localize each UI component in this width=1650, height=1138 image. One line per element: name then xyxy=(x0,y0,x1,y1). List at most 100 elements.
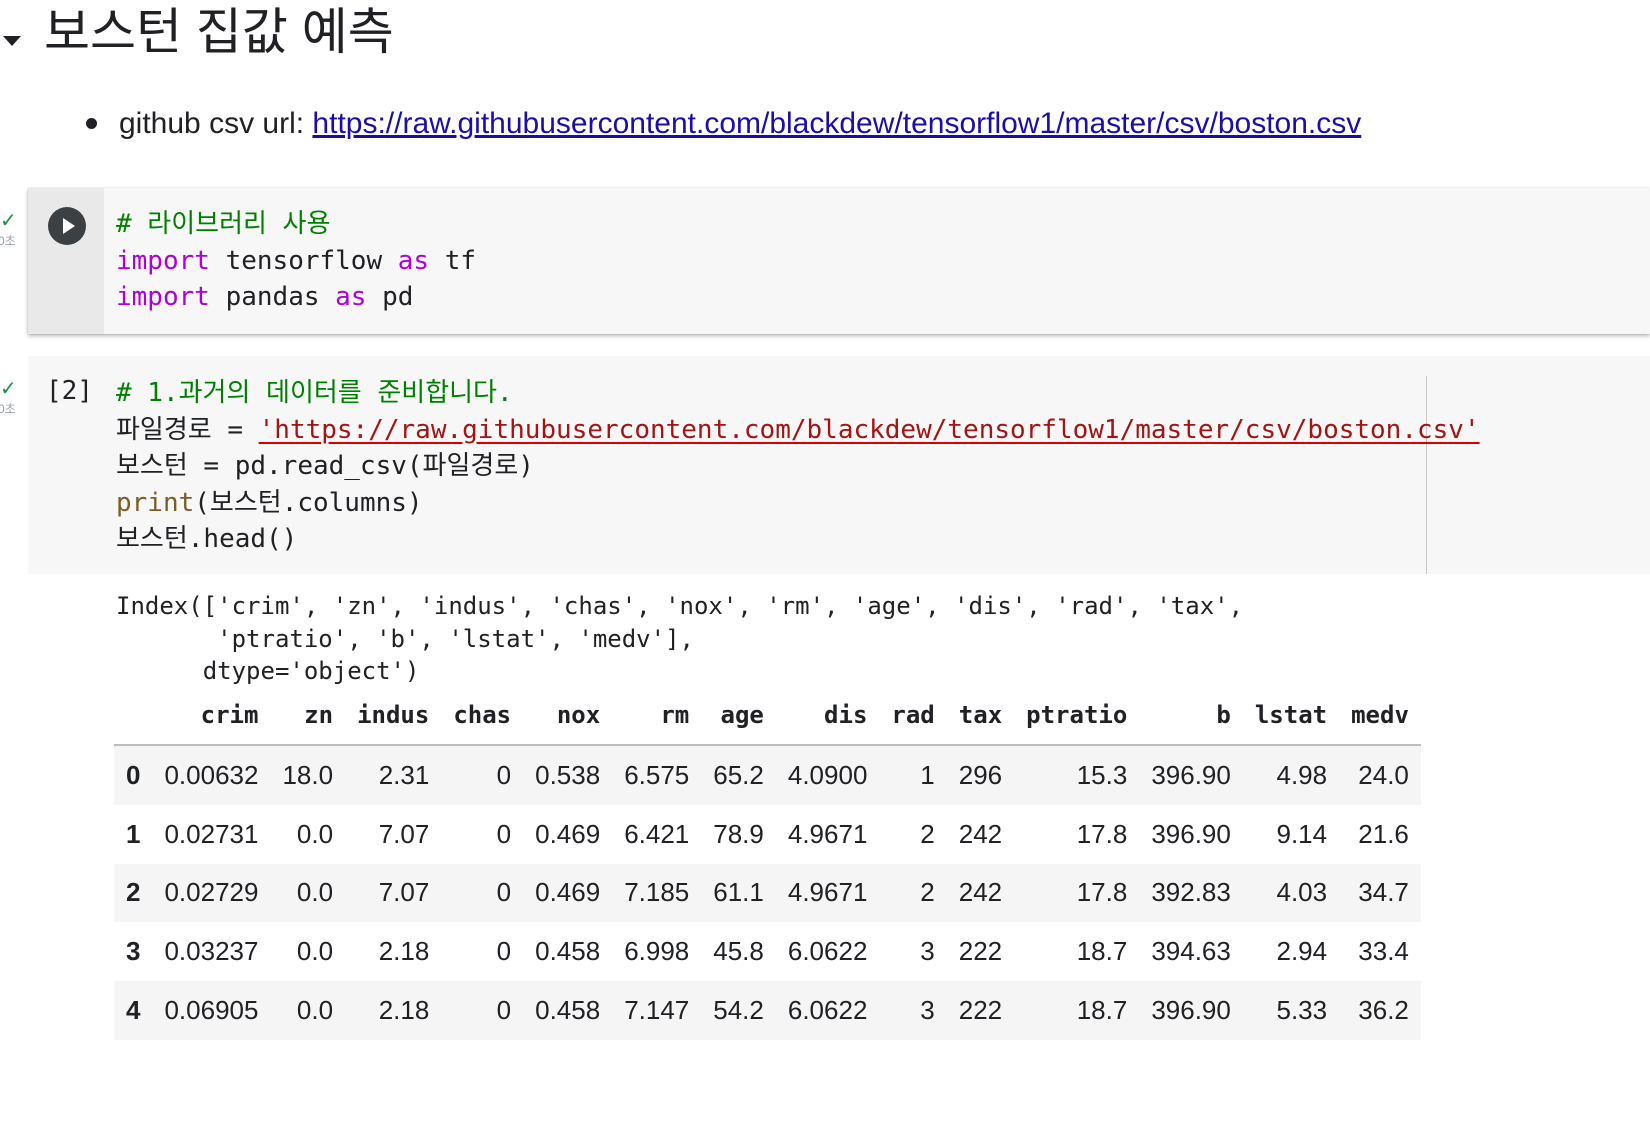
table-cell: 0.458 xyxy=(535,995,601,1026)
table-cell: 6.0622 xyxy=(787,995,868,1026)
table-cell: 0.06905 xyxy=(164,995,259,1026)
row-index: 4 xyxy=(126,995,141,1026)
column-header: crim xyxy=(200,701,259,729)
table-cell: 0.469 xyxy=(535,818,601,849)
table-cell: 0.03237 xyxy=(164,936,259,967)
table-cell: 242 xyxy=(958,877,1003,908)
cell-2-exec-time: 0초 xyxy=(0,402,16,416)
column-header: tax xyxy=(958,701,1003,729)
table-cell: 4.98 xyxy=(1276,759,1328,790)
code-keyword: as xyxy=(397,245,430,276)
table-cell: 18.0 xyxy=(282,759,334,790)
code-text: tensorflow xyxy=(209,245,398,276)
table-cell: 0.0 xyxy=(296,877,334,908)
csv-link[interactable]: https://raw.githubusercontent.com/blackd… xyxy=(312,107,1361,140)
column-header: age xyxy=(720,701,764,729)
column-header: medv xyxy=(1351,701,1409,729)
table-cell: 6.421 xyxy=(624,818,690,849)
code-text: tf xyxy=(429,245,477,276)
table-cell: 7.07 xyxy=(378,877,430,908)
column-header: dis xyxy=(824,701,868,729)
column-header: lstat xyxy=(1254,701,1328,729)
table-cell: 2.18 xyxy=(378,995,430,1026)
caret-down-icon[interactable] xyxy=(3,36,21,46)
table-cell: 242 xyxy=(958,818,1003,849)
table-cell: 0 xyxy=(496,995,512,1026)
table-cell: 24.0 xyxy=(1358,759,1409,790)
table-cell: 0.02731 xyxy=(164,818,259,849)
table-cell: 78.9 xyxy=(713,818,764,849)
table-cell: 396.90 xyxy=(1151,995,1231,1026)
table-cell: 17.8 xyxy=(1076,818,1128,849)
table-cell: 61.1 xyxy=(713,877,764,908)
row-index: 0 xyxy=(126,759,141,790)
code-keyword: import xyxy=(116,282,210,312)
column-header: b xyxy=(1216,701,1231,729)
table-cell: 4.0900 xyxy=(787,759,868,790)
column-header: chas xyxy=(453,701,512,729)
table-cell: 0 xyxy=(496,818,512,849)
code-text: 보스턴 = pd.read_csv(파일경로) xyxy=(116,451,534,481)
table-cell: 0.0 xyxy=(296,818,334,849)
table-cell: 4.9671 xyxy=(787,877,868,908)
table-body: 0 0.00632 18.0 2.31 0 0.538 6.575 65.2 4.0900 1 29… xyxy=(114,745,1421,1040)
bullet-dot xyxy=(86,117,97,129)
table-cell: 222 xyxy=(958,995,1003,1026)
column-header xyxy=(114,696,152,745)
table-cell: 33.4 xyxy=(1358,936,1409,967)
table-header-row: crim zn indus chas nox rm age dis rad tax ptratio b… xyxy=(114,696,1421,745)
table-cell: 3 xyxy=(920,936,935,967)
table-cell: 0.538 xyxy=(535,759,601,790)
code-comment: # 1.과거의 데이터를 준비합니다. xyxy=(116,378,513,408)
code-text: (보스턴.columns) xyxy=(194,487,423,518)
table-row: 4 0.06905 0.0 2.18 0 0.458 7.147 54.2 6.0622 3 222… xyxy=(114,981,1421,1040)
table-cell: 0.00632 xyxy=(164,759,259,790)
table-cell: 9.14 xyxy=(1276,818,1328,849)
table-cell: 5.33 xyxy=(1276,995,1328,1026)
table-cell: 7.07 xyxy=(378,818,430,849)
table-cell: 18.7 xyxy=(1076,995,1128,1026)
check-icon: ✓ xyxy=(0,210,17,232)
cell-1-code[interactable]: # 라이브러리 사용 import tensorflow as tf impor… xyxy=(116,206,476,316)
table-cell: 392.83 xyxy=(1151,877,1231,908)
table-cell: 6.998 xyxy=(624,936,690,967)
table-cell: 0.0 xyxy=(296,995,334,1026)
table-cell: 2.31 xyxy=(378,759,430,790)
code-comment: # 라이브러리 사용 xyxy=(116,209,331,239)
table-cell: 0.458 xyxy=(535,936,601,967)
check-icon: ✓ xyxy=(0,378,17,400)
row-index: 1 xyxy=(126,818,141,849)
play-icon[interactable] xyxy=(48,207,86,245)
table-cell: 2 xyxy=(920,818,935,849)
code-keyword: as xyxy=(335,282,367,312)
code-string: 'https://raw.githubusercontent.com/black… xyxy=(258,414,1480,445)
table-cell: 4.9671 xyxy=(787,818,868,849)
table-cell: 3 xyxy=(920,995,935,1026)
column-header: rad xyxy=(891,701,935,729)
cell-2-code[interactable]: # 1.과거의 데이터를 준비합니다. 파일경로 = 'https://raw.… xyxy=(116,375,1480,558)
section-title: 보스턴 집값 예측 xyxy=(44,4,394,60)
table-row: 1 0.02731 0.0 7.07 0 0.469 6.421 78.9 4.9671 2 242… xyxy=(114,804,1421,864)
table-cell: 1 xyxy=(920,759,935,790)
table-cell: 45.8 xyxy=(713,936,764,967)
table-cell: 4.03 xyxy=(1276,877,1328,908)
code-text: pd xyxy=(366,282,414,312)
cell-gutter xyxy=(28,188,104,334)
code-keyword: import xyxy=(116,245,210,276)
table-cell: 394.63 xyxy=(1151,936,1231,967)
code-text: 파일경로 = xyxy=(116,414,259,445)
table-cell: 18.7 xyxy=(1076,936,1128,967)
table-cell: 0.02729 xyxy=(164,877,259,908)
table-cell: 0 xyxy=(496,759,512,790)
table-row: 2 0.02729 0.0 7.07 0 0.469 7.185 61.1 4.9671 2 242… xyxy=(114,863,1421,923)
cell-1-exec-time: 0초 xyxy=(0,234,16,248)
code-function: print xyxy=(116,487,195,518)
table-cell: 21.6 xyxy=(1358,818,1409,849)
table-cell: 36.2 xyxy=(1358,995,1409,1026)
column-header: zn xyxy=(304,701,334,729)
column-header: ptratio xyxy=(1026,701,1128,729)
table-cell: 6.0622 xyxy=(787,936,868,967)
column-header: rm xyxy=(660,701,690,729)
dataframe-table: crim zn indus chas nox rm age dis rad tax ptratio b… xyxy=(114,696,1421,1040)
table-cell: 15.3 xyxy=(1076,759,1128,790)
